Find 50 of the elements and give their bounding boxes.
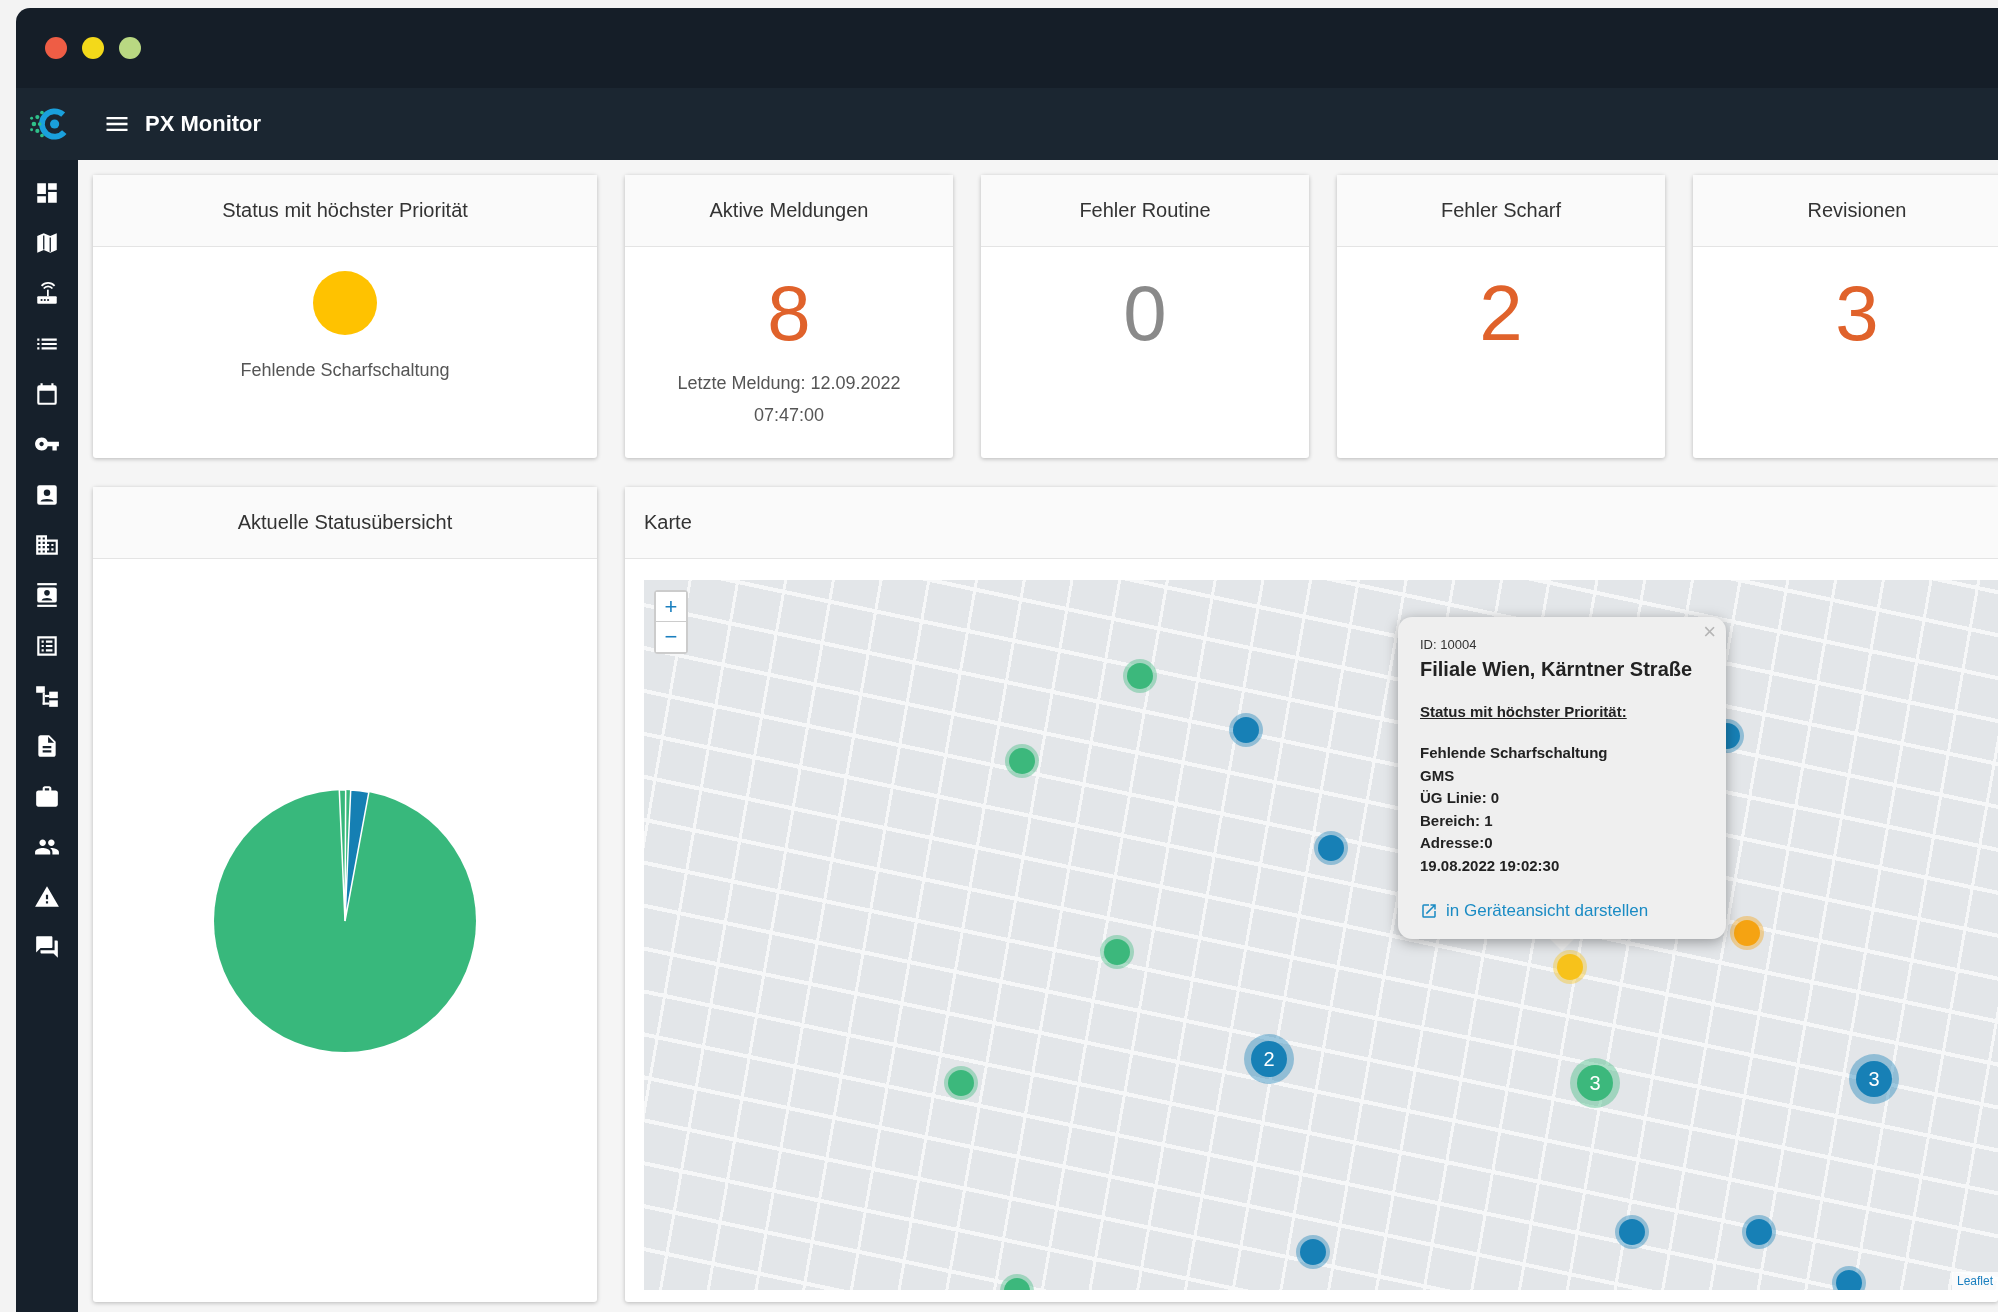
count-value: 2	[1479, 271, 1523, 355]
map-marker[interactable]	[1233, 717, 1259, 743]
calendar-icon[interactable]	[34, 381, 60, 408]
count-value: 8	[767, 271, 811, 355]
zoom-window-button[interactable]	[119, 37, 141, 59]
status-detail: Adresse:0	[1420, 833, 1494, 853]
status-detail: Fehlende Scharfschaltung	[1420, 743, 1609, 763]
card-title: Fehler Scharf	[1337, 175, 1665, 247]
map-marker[interactable]	[1746, 1219, 1772, 1245]
last-message-text: Letzte Meldung: 12.09.2022 07:47:00	[676, 372, 902, 427]
attribution-link[interactable]: Leaflet	[1951, 1272, 1998, 1290]
map-marker[interactable]	[1318, 835, 1344, 861]
map-marker[interactable]	[948, 1070, 974, 1096]
device-id: ID: 10004	[1420, 637, 1478, 652]
close-window-button[interactable]	[45, 37, 67, 59]
device-view-link[interactable]: in Geräteansicht darstellen	[1420, 901, 1649, 921]
map-marker[interactable]	[1734, 920, 1760, 946]
router-icon[interactable]	[34, 280, 60, 307]
status-detail: ÜG Linie: 0	[1420, 788, 1501, 808]
card-title: Aktive Meldungen	[625, 175, 953, 247]
dashboard-icon[interactable]	[34, 180, 60, 206]
map-marker[interactable]	[1104, 939, 1130, 965]
card-title: Status mit höchster Priorität	[93, 175, 597, 247]
status-detail: 19.08.2022 19:02:30	[1420, 855, 1561, 876]
external-link-icon	[1420, 902, 1438, 920]
map-marker[interactable]	[1557, 954, 1583, 980]
map-marker[interactable]	[1619, 1219, 1645, 1245]
minimize-window-button[interactable]	[82, 37, 104, 59]
map-marker[interactable]	[1836, 1270, 1862, 1290]
status-detail: Bereich: 1	[1420, 810, 1494, 831]
map-marker[interactable]	[1300, 1239, 1326, 1265]
count-value: 0	[1123, 271, 1167, 355]
card-title: Aktuelle Statusübersicht	[93, 487, 597, 559]
branch-title: Filiale Wien, Kärntner Straße	[1420, 658, 1694, 681]
map-marker[interactable]	[1009, 748, 1035, 774]
status-heading: Status mit höchster Priorität:	[1420, 703, 1628, 720]
status-detail: GMS	[1420, 765, 1456, 786]
card-title: Fehler Routine	[981, 175, 1309, 247]
status-label: Fehlende Scharfschaltung	[240, 360, 450, 381]
card-title: Karte	[625, 487, 1998, 559]
id-badge-icon[interactable]	[34, 582, 60, 609]
card-title: Revisionen	[1693, 175, 1998, 247]
briefcase-icon[interactable]	[34, 783, 60, 810]
map-marker[interactable]	[1127, 663, 1153, 689]
cluster-marker[interactable]: 2	[1251, 1041, 1287, 1077]
cluster-marker[interactable]: 3	[1577, 1065, 1613, 1101]
cluster-marker[interactable]: 3	[1856, 1061, 1892, 1097]
count-value: 3	[1835, 271, 1879, 355]
app-title: PX Monitor	[145, 111, 262, 137]
zoom-in-button[interactable]: +	[656, 592, 686, 622]
